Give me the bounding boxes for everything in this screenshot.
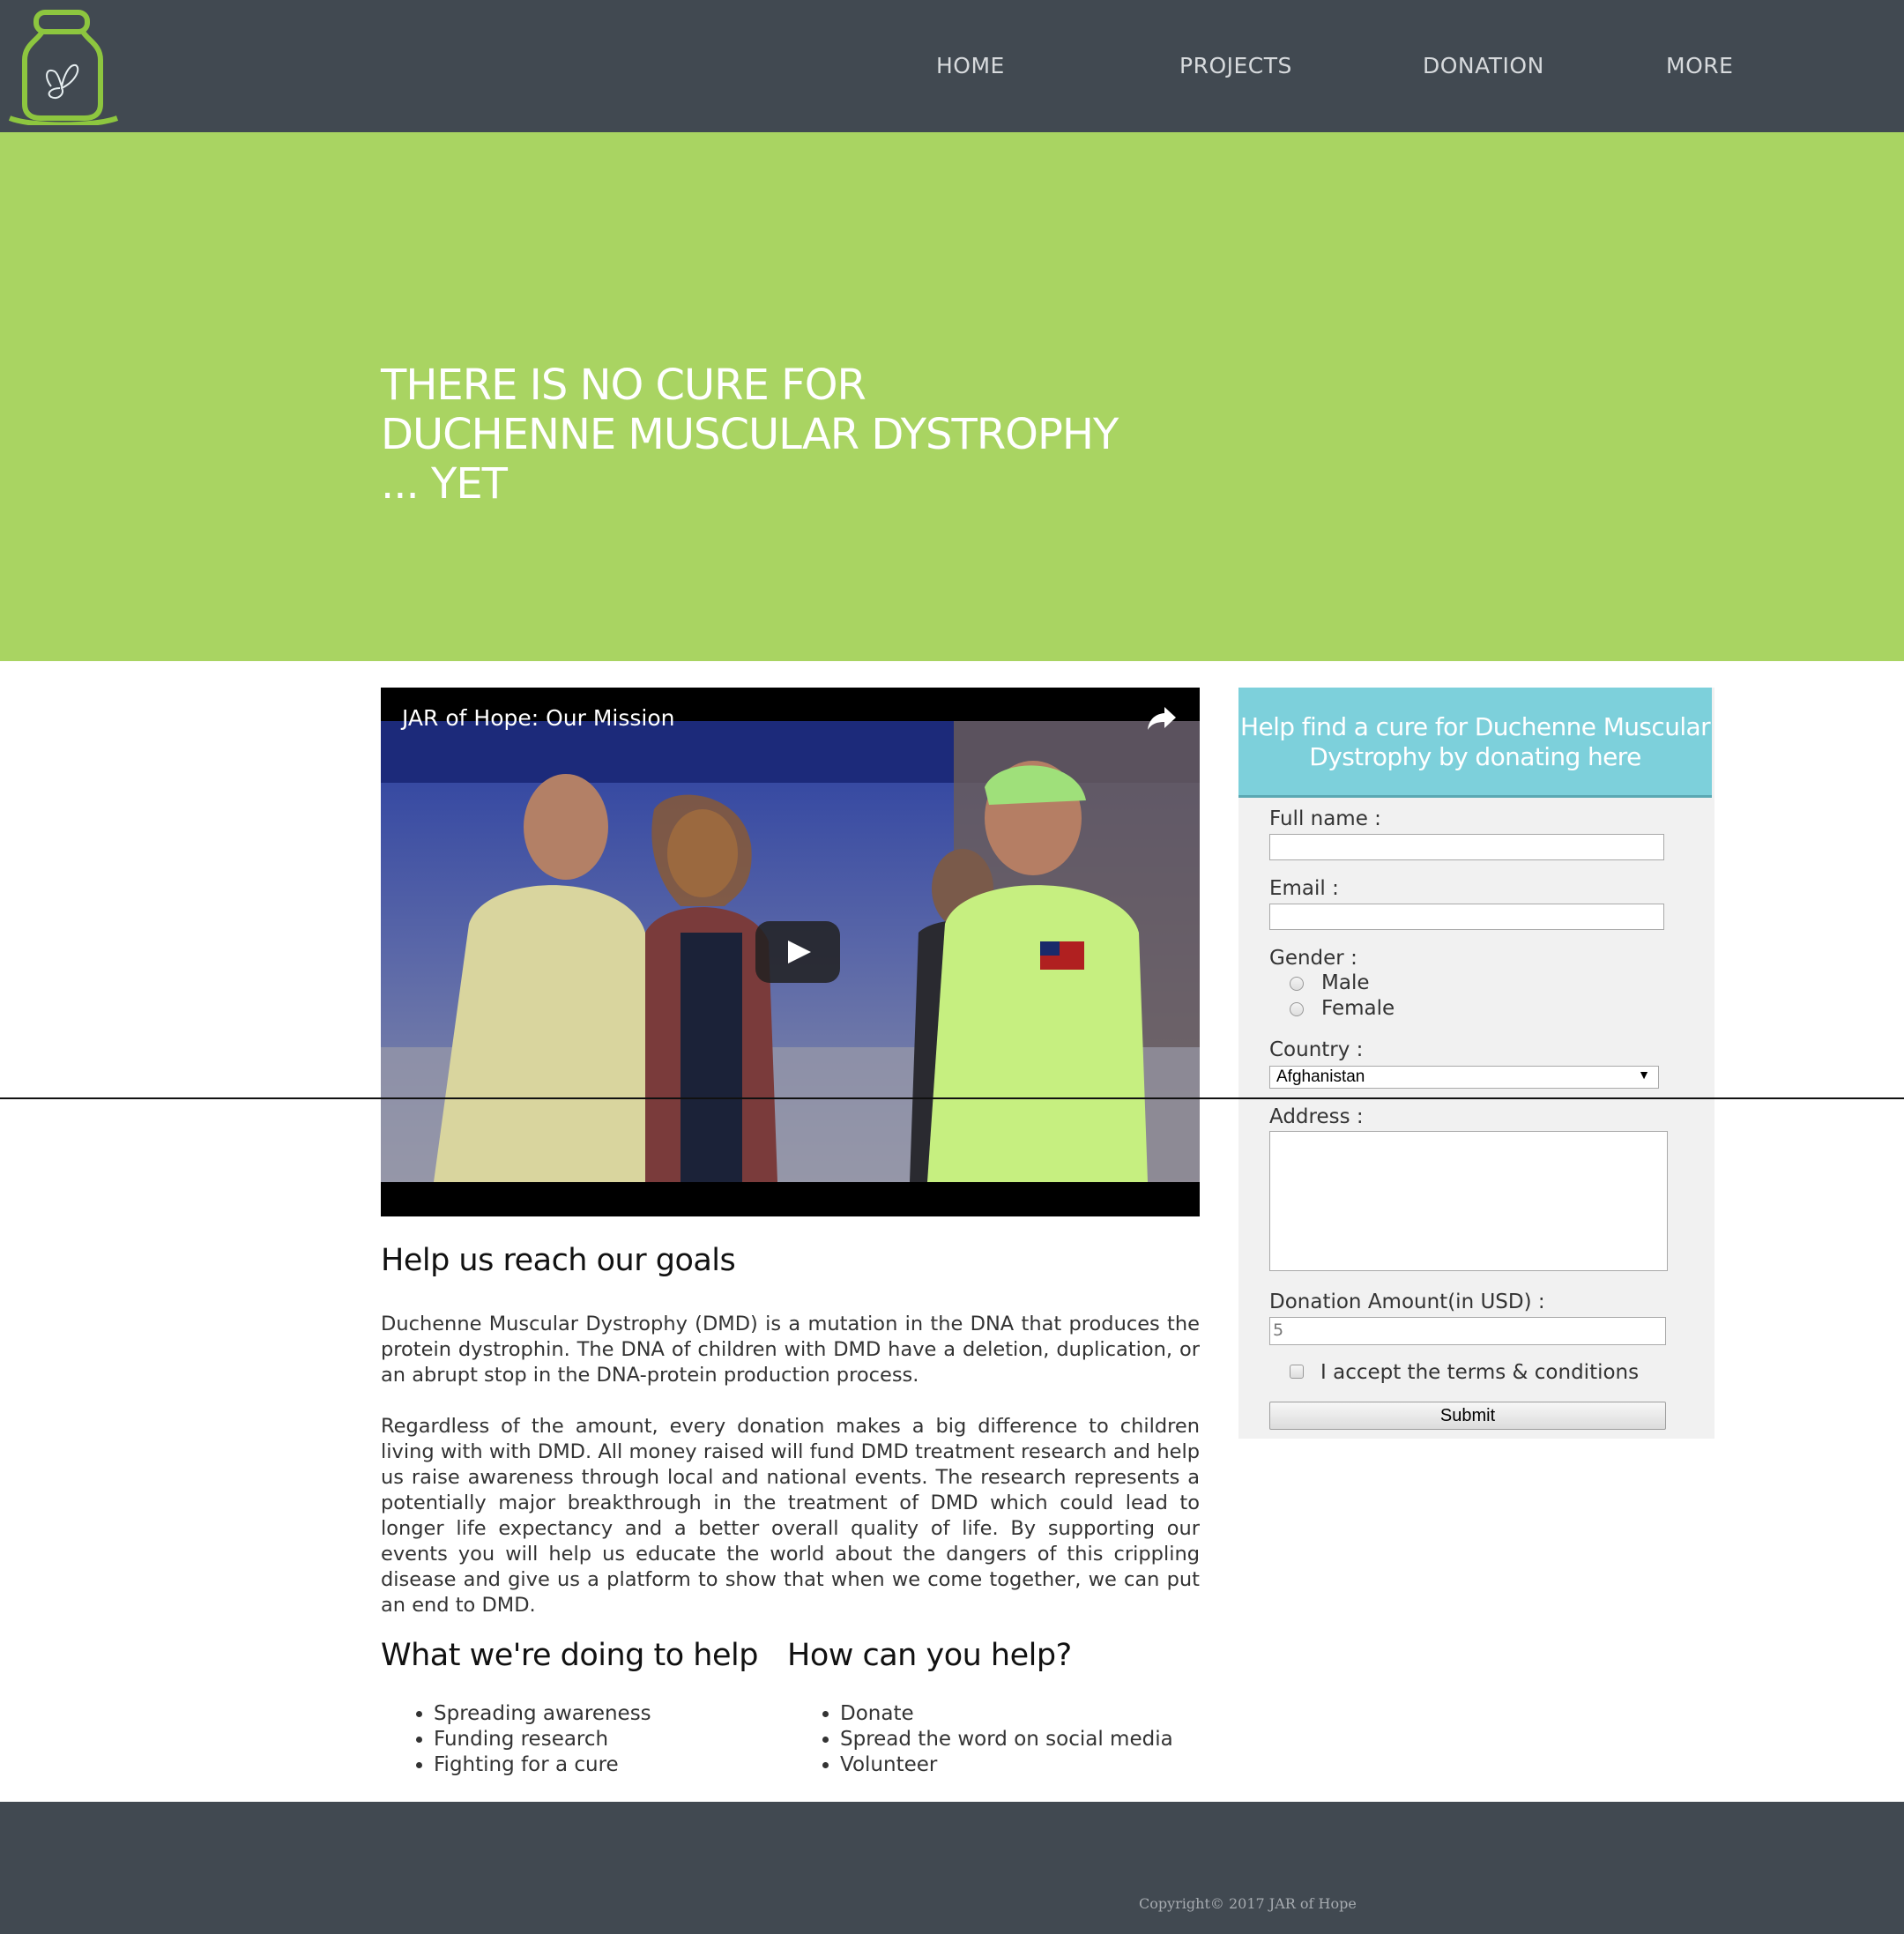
doing-list: Spreading awareness Funding research Fig… <box>381 1701 651 1778</box>
chevron-down-icon: ▼ <box>1638 1067 1650 1082</box>
terms-checkbox[interactable] <box>1290 1365 1304 1379</box>
list-item: Spreading awareness <box>434 1701 651 1727</box>
list-item: Donate <box>840 1701 1173 1727</box>
nav-projects[interactable]: PROJECTS <box>1179 53 1292 78</box>
gender-label: Gender : <box>1269 947 1357 970</box>
fullname-field[interactable] <box>1269 834 1664 860</box>
video-title: JAR of Hope: Our Mission <box>402 705 675 731</box>
nav-home[interactable]: HOME <box>936 53 1005 78</box>
dmd-description: Duchenne Muscular Dystrophy (DMD) is a m… <box>381 1313 1200 1387</box>
amount-label: Donation Amount(in USD) : <box>1269 1291 1545 1313</box>
nav-donation[interactable]: DONATION <box>1423 53 1544 78</box>
copyright-text: Copyright© 2017 JAR of Hope <box>1139 1895 1357 1912</box>
video-player[interactable]: JAR of Hope: Our Mission <box>381 688 1200 1216</box>
address-label: Address : <box>1269 1105 1364 1128</box>
top-navigation-bar: HOME PROJECTS DONATION MORE <box>0 0 1904 132</box>
email-label: Email : <box>1269 877 1339 900</box>
gender-female-label: Female <box>1321 997 1395 1020</box>
country-value: Afghanistan <box>1276 1067 1365 1086</box>
list-item: Fighting for a cure <box>434 1752 651 1778</box>
terms-label: I accept the terms & conditions <box>1320 1361 1640 1384</box>
fullname-label: Full name : <box>1269 807 1381 830</box>
list-item: Funding research <box>434 1727 651 1752</box>
list-item: Spread the word on social media <box>840 1727 1173 1752</box>
gender-male-label: Male <box>1321 971 1370 994</box>
gender-female-radio[interactable] <box>1290 1002 1304 1016</box>
form-header-text: Help find a cure for Duchenne Muscular D… <box>1240 712 1711 771</box>
jar-logo-icon[interactable] <box>5 5 120 128</box>
hero-line-2: DUCHENNE MUSCULAR DYSTROPHY <box>381 410 1119 459</box>
form-header: Help find a cure for Duchenne Muscular D… <box>1238 688 1712 798</box>
hero-banner: THERE IS NO CURE FOR DUCHENNE MUSCULAR D… <box>0 132 1904 661</box>
play-button[interactable] <box>755 921 840 983</box>
doing-heading: What we're doing to help <box>381 1638 758 1673</box>
goals-heading: Help us reach our goals <box>381 1243 736 1278</box>
you-heading: How can you help? <box>787 1638 1072 1673</box>
list-item: Volunteer <box>840 1752 1173 1778</box>
donation-form: Help find a cure for Duchenne Muscular D… <box>1238 688 1714 1439</box>
you-list: Donate Spread the word on social media V… <box>787 1701 1173 1778</box>
country-select[interactable]: Afghanistan ▼ <box>1269 1066 1659 1089</box>
play-icon <box>788 941 811 963</box>
donation-amount-field[interactable]: 5 <box>1269 1317 1666 1345</box>
donation-description: Regardless of the amount, every donation… <box>381 1415 1200 1617</box>
footer: Copyright© 2017 JAR of Hope <box>0 1802 1904 1934</box>
share-arrow-icon[interactable] <box>1147 705 1177 732</box>
horizontal-divider <box>0 1097 1904 1099</box>
nav-more[interactable]: MORE <box>1666 53 1733 78</box>
country-label: Country : <box>1269 1038 1364 1061</box>
hero-title: THERE IS NO CURE FOR DUCHENNE MUSCULAR D… <box>381 361 1119 509</box>
email-field[interactable] <box>1269 904 1664 930</box>
gender-male-radio[interactable] <box>1290 977 1304 991</box>
hero-line-1: THERE IS NO CURE FOR <box>381 361 866 410</box>
address-textarea[interactable] <box>1269 1131 1668 1271</box>
hero-line-3: ... YET <box>381 459 508 509</box>
submit-button[interactable]: Submit <box>1269 1402 1666 1430</box>
